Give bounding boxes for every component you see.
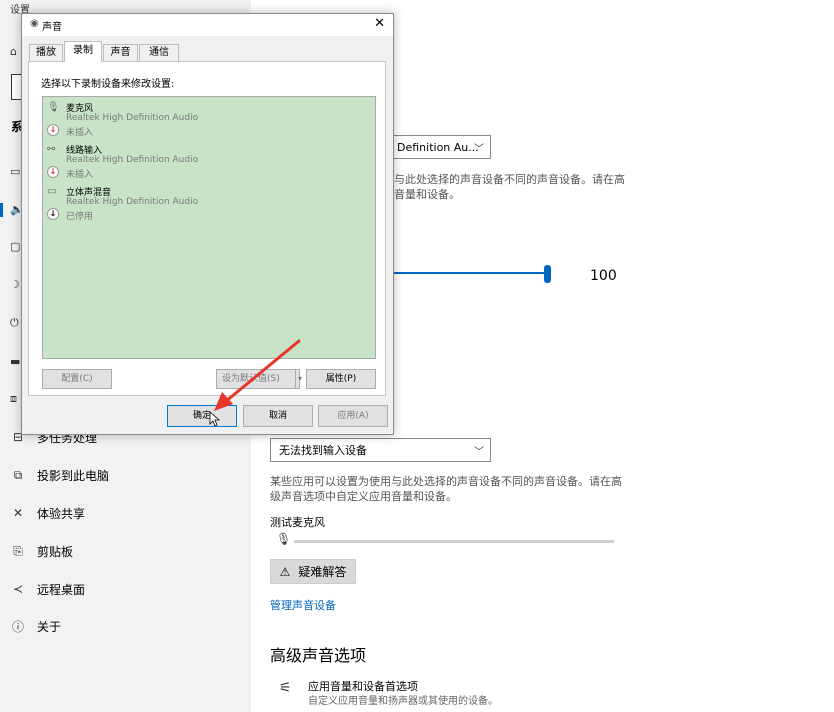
output-device-value: Definition Au... xyxy=(397,140,479,154)
advanced-sound-title: 高级声音选项 xyxy=(270,646,367,665)
storage-icon[interactable]: ▬ xyxy=(10,355,20,368)
output-description-line: 音量和设备。 xyxy=(394,188,460,201)
split-divider xyxy=(295,370,296,388)
device-status: 未插入 xyxy=(66,128,94,138)
configure-button[interactable]: 配置(C) xyxy=(42,369,112,389)
nav-item-project[interactable]: ⧉ 投影到此电脑 xyxy=(0,458,251,492)
stereo-mix-icon: ▭ xyxy=(47,186,57,197)
device-driver: Realtek High Definition Audio xyxy=(66,155,199,165)
troubleshoot-button[interactable]: ⚠ 疑难解答 xyxy=(270,559,356,584)
display-icon[interactable]: ▭ xyxy=(10,165,20,178)
app-volume-icon[interactable]: ⚟ xyxy=(279,680,292,696)
input-description: 某些应用可以设置为使用与此处选择的声音设备不同的声音设备。请在高 级声音选项中自… xyxy=(270,474,630,504)
warning-icon: ⚠ xyxy=(279,564,291,579)
dialog-titlebar[interactable]: ◉ 声音 ✕ xyxy=(22,14,393,36)
unplugged-badge-icon: ↓ xyxy=(47,124,59,136)
input-description-line: 某些应用可以设置为使用与此处选择的声音设备不同的声音设备。请在高 xyxy=(270,475,622,488)
app-volume-item-subtitle: 自定义应用音量和扬声器或其使用的设备。 xyxy=(308,696,498,707)
device-driver: Realtek High Definition Audio xyxy=(66,197,199,207)
speaker-icon: ◉ xyxy=(30,18,39,29)
panel-hint: 选择以下录制设备来修改设置: xyxy=(41,79,175,90)
tablet-icon[interactable]: ⧈ xyxy=(10,392,17,406)
nav-item-label: 体验共享 xyxy=(37,506,86,521)
nav-item-about[interactable]: ⓘ 关于 xyxy=(0,609,251,643)
nav-item-label: 关于 xyxy=(37,619,62,634)
focus-icon[interactable]: ☽ xyxy=(10,278,20,291)
tab-communications[interactable]: 通信 xyxy=(139,44,179,61)
chevron-down-icon[interactable]: ▾ xyxy=(298,374,302,383)
power-icon[interactable]: ⏻ xyxy=(10,316,19,330)
set-default-label: 设为默认值(S) xyxy=(222,374,280,384)
microphone-icon: 🎙 xyxy=(47,102,60,113)
sound-dialog: ◉ 声音 ✕ 播放 录制 声音 通信 选择以下录制设备来修改设置: 🎙 ↓ 麦克… xyxy=(21,13,394,435)
output-description-line: 与此处选择的声音设备不同的声音设备。请在高 xyxy=(394,173,625,186)
project-icon: ⧉ xyxy=(13,467,23,482)
nav-item-clipboard[interactable]: ⎘ 剪贴板 xyxy=(0,534,251,568)
set-default-button[interactable]: 设为默认值(S) xyxy=(216,369,300,389)
selected-indicator xyxy=(0,203,3,217)
device-status: 已停用 xyxy=(66,212,94,222)
remote-desktop-icon: ≺ xyxy=(12,582,24,596)
output-description: 与此处选择的声音设备不同的声音设备。请在高 音量和设备。 xyxy=(394,172,634,202)
list-item[interactable]: ▭ ↓ 立体声混音 Realtek High Definition Audio … xyxy=(43,182,375,224)
home-icon[interactable]: ⌂ xyxy=(10,45,17,58)
output-device-dropdown[interactable]: Definition Au... ﹀ xyxy=(380,135,491,159)
test-mic-label: 测试麦克风 xyxy=(270,516,325,529)
nav-item-remote-desktop[interactable]: ≺ 远程桌面 xyxy=(0,572,251,606)
notification-icon[interactable]: ▢ xyxy=(10,240,20,253)
nav-item-share[interactable]: ✕ 体验共享 xyxy=(0,496,251,530)
list-item[interactable]: 🎙 ↓ 麦克风 Realtek High Definition Audio 未插… xyxy=(43,98,375,140)
device-driver: Realtek High Definition Audio xyxy=(66,113,199,123)
manage-sound-devices-link[interactable]: 管理声音设备 xyxy=(270,597,336,613)
list-item[interactable]: ⚯ ↓ 线路输入 Realtek High Definition Audio 未… xyxy=(43,140,375,182)
volume-slider-track[interactable] xyxy=(394,272,548,274)
volume-slider-thumb[interactable] xyxy=(544,265,551,283)
tab-sounds[interactable]: 声音 xyxy=(103,44,138,61)
properties-button[interactable]: 属性(P) xyxy=(306,369,376,389)
apply-button[interactable]: 应用(A) xyxy=(318,405,388,427)
device-status: 未插入 xyxy=(66,170,94,180)
nav-item-label: 剪贴板 xyxy=(37,544,74,559)
line-in-icon: ⚯ xyxy=(47,144,56,155)
disabled-badge-icon: ↓ xyxy=(47,208,59,220)
info-icon: ⓘ xyxy=(11,619,24,634)
input-description-line: 级声音选项中自定义应用音量和设备。 xyxy=(270,490,457,503)
chevron-down-icon: ﹀ xyxy=(474,144,484,155)
close-icon[interactable]: ✕ xyxy=(374,16,385,31)
troubleshoot-label: 疑难解答 xyxy=(298,565,347,579)
screen: 设置 ⌂ 系 ▭ 🔈 ▢ ☽ ⏻ ▬ ⧈ ⊟ 多任务处理 ⧉ 投影到此电脑 ✕ … xyxy=(0,0,834,712)
volume-value: 100 xyxy=(590,268,617,284)
input-device-value: 无法找到输入设备 xyxy=(279,444,367,457)
chevron-down-icon: ﹀ xyxy=(474,447,484,458)
microphone-icon: 🎙 xyxy=(276,532,292,546)
ok-button[interactable]: 确定 xyxy=(167,405,237,427)
tab-recording[interactable]: 录制 xyxy=(64,41,102,62)
dialog-title: 声音 xyxy=(42,22,62,33)
nav-item-label: 远程桌面 xyxy=(37,582,86,597)
cancel-button[interactable]: 取消 xyxy=(243,405,313,427)
tab-playback[interactable]: 播放 xyxy=(29,44,63,61)
nav-item-label: 投影到此电脑 xyxy=(37,468,110,483)
clipboard-icon: ⎘ xyxy=(13,543,23,558)
share-icon: ✕ xyxy=(12,506,24,520)
input-device-dropdown[interactable]: 无法找到输入设备 ﹀ xyxy=(270,438,491,462)
unplugged-badge-icon: ↓ xyxy=(47,166,59,178)
recording-tab-panel: 选择以下录制设备来修改设置: 🎙 ↓ 麦克风 Realtek High Defi… xyxy=(28,61,386,396)
recording-device-list: 🎙 ↓ 麦克风 Realtek High Definition Audio 未插… xyxy=(42,96,376,359)
mic-level-meter xyxy=(294,540,614,543)
